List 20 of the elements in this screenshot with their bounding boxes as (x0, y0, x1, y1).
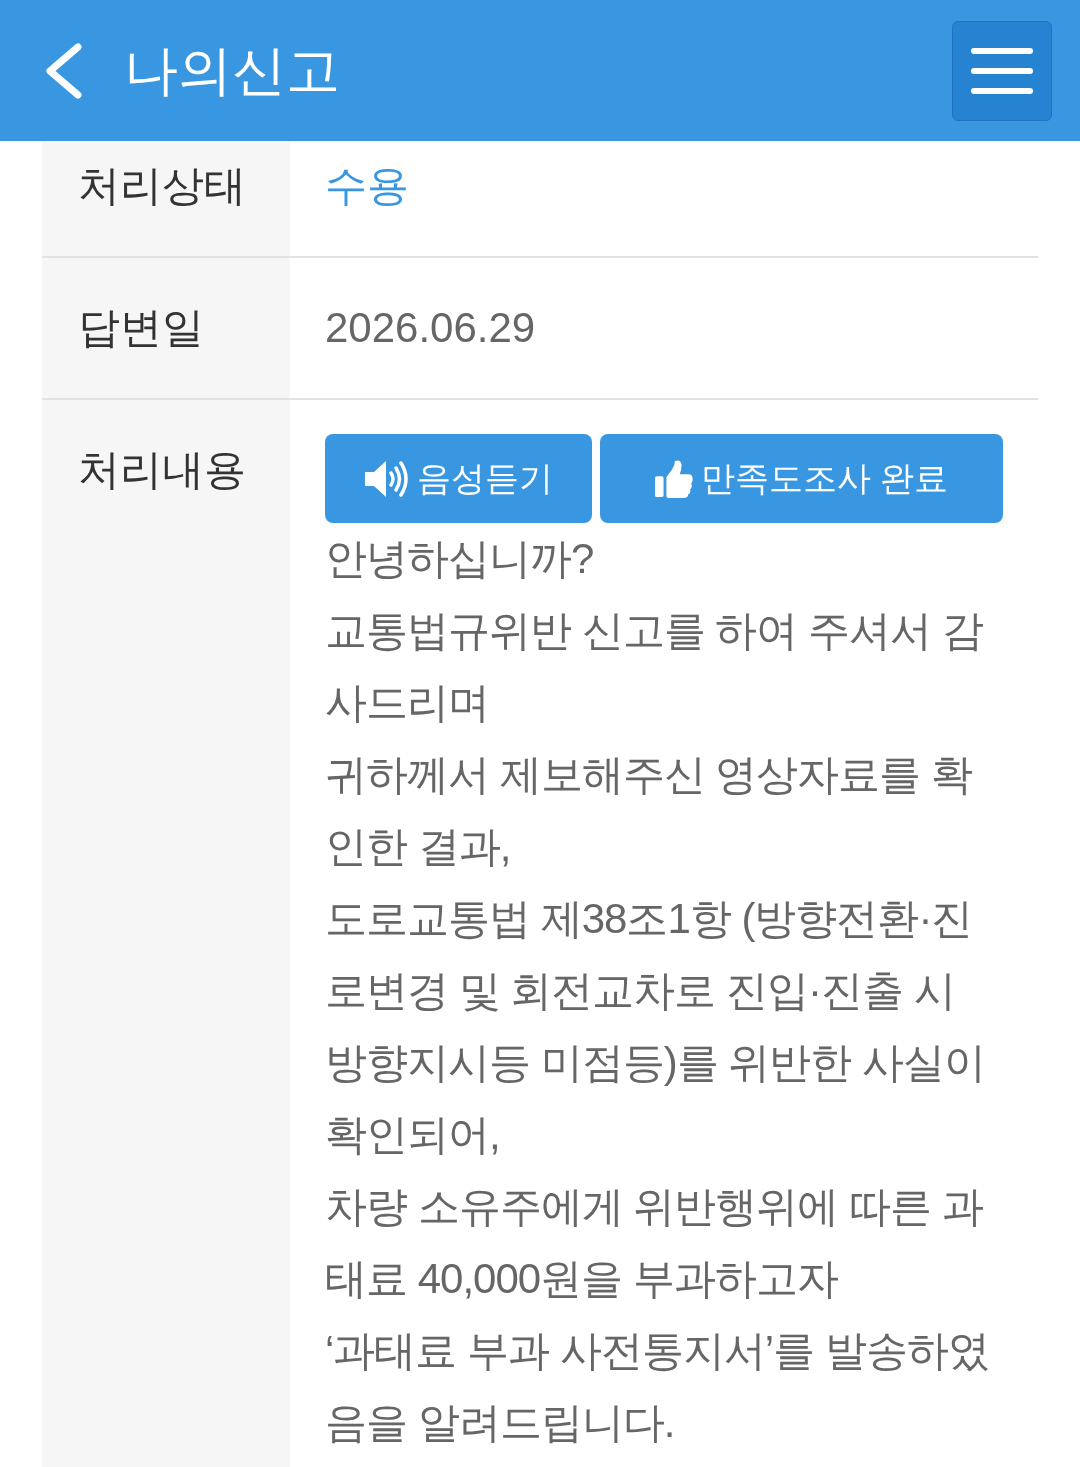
answer-paragraph: 귀하께서 제보해주신 영상자료를 확인한 결과, (325, 750, 973, 872)
thumbs-up-icon (654, 459, 693, 498)
answer-paragraph: 차량 소유주에게 위반행위에 따른 과태료 40,000원을 부과하고자 (325, 1182, 984, 1304)
field-label: 처리상태 (78, 161, 246, 211)
answer-paragraph: 도로교통법 제38조1항 (방향전환·진로변경 및 회전교차로 진입·진출 시 방향지시등 미점등)를 위반한 사실이 확인되어, (325, 894, 986, 1160)
back-chevron-icon (44, 42, 84, 99)
survey-button[interactable]: 만족도조사 완료 (600, 434, 1003, 523)
date-value: 2026.06.29 (325, 303, 536, 353)
speaker-icon (364, 458, 409, 499)
answer-paragraph: 교통법규위반 신고를 하여 주셔서 감사드리며 (325, 606, 984, 728)
answer-paragraph: 안녕하십니까? (325, 534, 595, 584)
back-button[interactable] (44, 42, 84, 99)
field-label: 처리내용 (78, 445, 246, 495)
menu-button[interactable] (952, 20, 1052, 121)
field-label: 답변일 (78, 303, 204, 353)
answer-paragraph: ‘과태료 부과 사전통지서’를 발송하였음을 알려드립니다. (325, 1326, 990, 1448)
menu-icon (971, 47, 1033, 94)
listen-button[interactable]: 음성듣기 (325, 434, 592, 523)
status-value: 수용 (325, 161, 409, 211)
page-title: 나의신고 (124, 39, 340, 103)
